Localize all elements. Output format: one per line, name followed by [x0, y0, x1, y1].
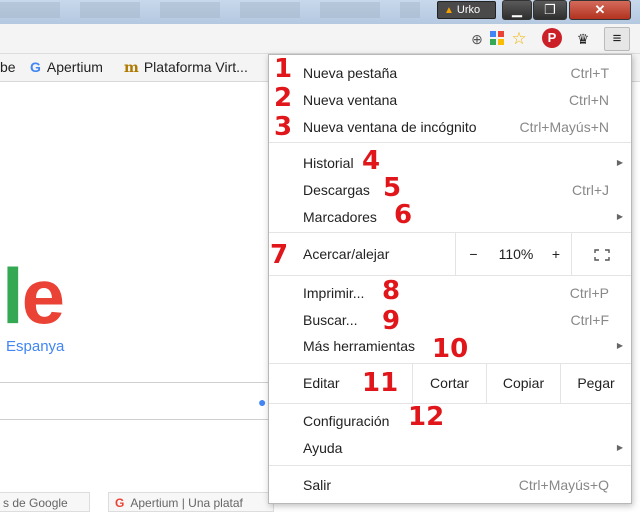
annotation-number: 7: [270, 240, 289, 270]
menu-item-exit[interactable]: Salir Ctrl+Mayús+Q: [269, 473, 631, 497]
close-button[interactable]: ✕: [569, 0, 631, 20]
cut-button[interactable]: Cortar: [412, 363, 486, 403]
menu-separator: [269, 142, 631, 143]
browser-menu: Nueva pestaña Ctrl+T Nueva ventana Ctrl+N …: [268, 54, 632, 504]
fullscreen-button[interactable]: [571, 233, 631, 275]
warning-icon: ▲: [444, 5, 454, 16]
zoom-icon[interactable]: ⊕: [468, 30, 486, 48]
menu-item-print[interactable]: Imprimir... Ctrl+P: [269, 281, 631, 305]
annotation-number: 4: [362, 146, 381, 176]
bookmark-item-plataforma[interactable]: m Plataforma Virt...: [124, 59, 248, 76]
mic-icon[interactable]: ●: [258, 394, 266, 410]
bookmark-item[interactable]: be: [0, 59, 16, 75]
chevron-right-icon: ▶: [616, 212, 623, 221]
chevron-right-icon: ▶: [616, 443, 623, 452]
maximize-icon: ❐: [544, 2, 556, 17]
window-title-bar: ▲ Urko ▁ ❐ ✕: [0, 0, 640, 24]
profile-name: Urko: [456, 4, 481, 16]
maximize-button[interactable]: ❐: [533, 0, 567, 20]
menu-separator: [269, 275, 631, 276]
menu-item-find[interactable]: Buscar... Ctrl+F: [269, 308, 631, 332]
annotation-number: 8: [382, 276, 401, 306]
minimize-button[interactable]: ▁: [502, 0, 532, 20]
annotation-number: 2: [274, 83, 293, 113]
bookmark-item-apertium[interactable]: G Apertium: [30, 59, 103, 75]
shortcut-tile[interactable]: G Apertium | Una plataf: [108, 492, 274, 512]
tab-strip-ghost: [0, 2, 420, 18]
pinterest-icon[interactable]: P: [542, 28, 562, 48]
profile-button[interactable]: ▲ Urko: [437, 1, 496, 19]
close-icon: ✕: [594, 2, 606, 17]
annotation-number: 9: [382, 306, 401, 336]
google-icon: G: [30, 59, 41, 75]
menu-item-help[interactable]: Ayuda ▶: [269, 436, 631, 460]
zoom-in-button[interactable]: +: [541, 233, 571, 275]
extension-icon[interactable]: [488, 30, 506, 48]
menu-item-history[interactable]: Historial ▶: [269, 151, 631, 175]
annotation-number: 6: [394, 200, 413, 230]
fullscreen-icon: [593, 249, 610, 261]
chevron-right-icon: ▶: [616, 158, 623, 167]
menu-item-settings[interactable]: Configuración: [269, 409, 631, 433]
menu-item-downloads[interactable]: Descargas Ctrl+J: [269, 178, 631, 202]
menu-separator: [269, 403, 631, 404]
copy-button[interactable]: Copiar: [486, 363, 560, 403]
menu-icon[interactable]: ≡: [604, 27, 630, 51]
google-icon: G: [115, 496, 125, 510]
search-input[interactable]: [0, 382, 271, 420]
crown-icon[interactable]: ♛: [574, 30, 592, 48]
star-icon[interactable]: ☆: [510, 30, 528, 48]
google-logo-fragment: le: [2, 252, 65, 340]
zoom-level: 110%: [498, 246, 534, 262]
minimize-icon: ▁: [512, 2, 522, 17]
moodle-icon: m: [124, 60, 139, 76]
shortcut-tile[interactable]: s de Google: [0, 492, 90, 512]
annotation-number: 3: [274, 112, 293, 142]
annotation-number: 11: [362, 368, 399, 398]
annotation-number: 5: [383, 173, 402, 203]
annotation-number: 12: [408, 402, 445, 432]
menu-item-new-window[interactable]: Nueva ventana Ctrl+N: [269, 88, 631, 112]
menu-item-new-tab[interactable]: Nueva pestaña Ctrl+T: [269, 61, 631, 85]
menu-item-bookmarks[interactable]: Marcadores ▶: [269, 205, 631, 229]
paste-button[interactable]: Pegar: [560, 363, 631, 403]
annotation-number: 1: [274, 54, 293, 84]
menu-item-incognito[interactable]: Nueva ventana de incógnito Ctrl+Mayús+N: [269, 115, 631, 139]
zoom-out-button[interactable]: −: [455, 233, 491, 275]
browser-toolbar: ⊕ ☆ P ♛ ≡: [0, 24, 640, 54]
chevron-right-icon: ▶: [616, 341, 623, 350]
menu-separator: [269, 465, 631, 466]
country-label: Espanya: [6, 338, 65, 355]
annotation-number: 10: [432, 334, 469, 364]
